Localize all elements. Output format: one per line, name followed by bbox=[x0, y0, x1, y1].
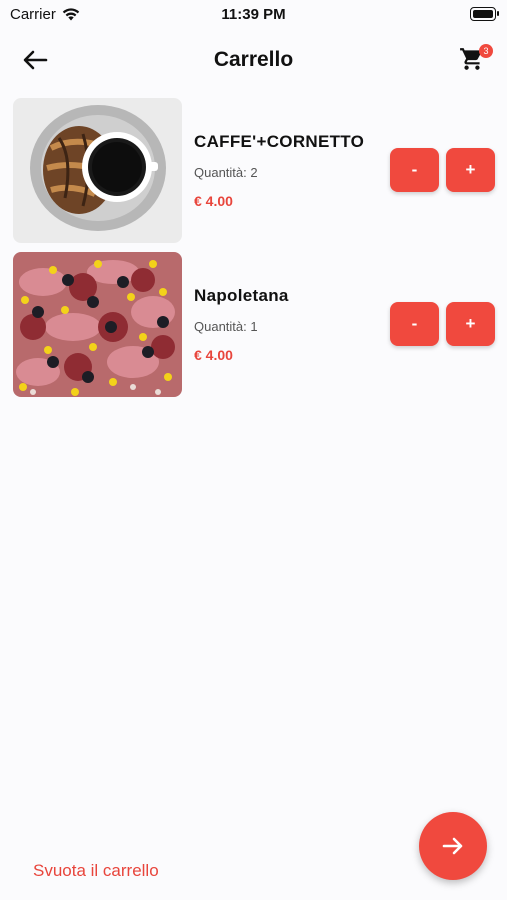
item-quantity: Quantità: 1 bbox=[194, 319, 258, 334]
clock: 11:39 PM bbox=[221, 6, 286, 23]
increase-quantity-button[interactable]: + bbox=[446, 302, 495, 346]
increase-quantity-button[interactable]: + bbox=[446, 148, 495, 192]
arrow-right-icon bbox=[442, 837, 463, 855]
coffee-croissant-image bbox=[13, 98, 182, 243]
cart-count-badge: 3 bbox=[479, 44, 493, 58]
header: Carrello 3 bbox=[0, 38, 507, 82]
cart-button[interactable]: 3 bbox=[459, 44, 493, 74]
cart-item: Napoletana Quantità: 1 € 4.00 - + bbox=[13, 252, 495, 397]
arrow-left-icon bbox=[23, 50, 48, 70]
empty-cart-link[interactable]: Svuota il carrello bbox=[33, 861, 159, 881]
decrease-quantity-button[interactable]: - bbox=[390, 302, 439, 346]
status-bar: Carrier 11:39 PM bbox=[0, 0, 507, 28]
item-name: CAFFE'+CORNETTO bbox=[194, 132, 365, 151]
item-price: € 4.00 bbox=[194, 347, 233, 363]
decrease-quantity-button[interactable]: - bbox=[390, 148, 439, 192]
item-price: € 4.00 bbox=[194, 193, 233, 209]
back-button[interactable] bbox=[20, 47, 50, 73]
cart-item: CAFFE'+CORNETTO Quantità: 2 € 4.00 - + bbox=[13, 98, 495, 243]
page-title: Carrello bbox=[213, 48, 294, 71]
battery-icon bbox=[470, 7, 499, 21]
item-name: Napoletana bbox=[194, 286, 289, 305]
pizza-image bbox=[13, 252, 182, 397]
item-quantity: Quantità: 2 bbox=[194, 165, 258, 180]
proceed-button[interactable] bbox=[419, 812, 487, 880]
